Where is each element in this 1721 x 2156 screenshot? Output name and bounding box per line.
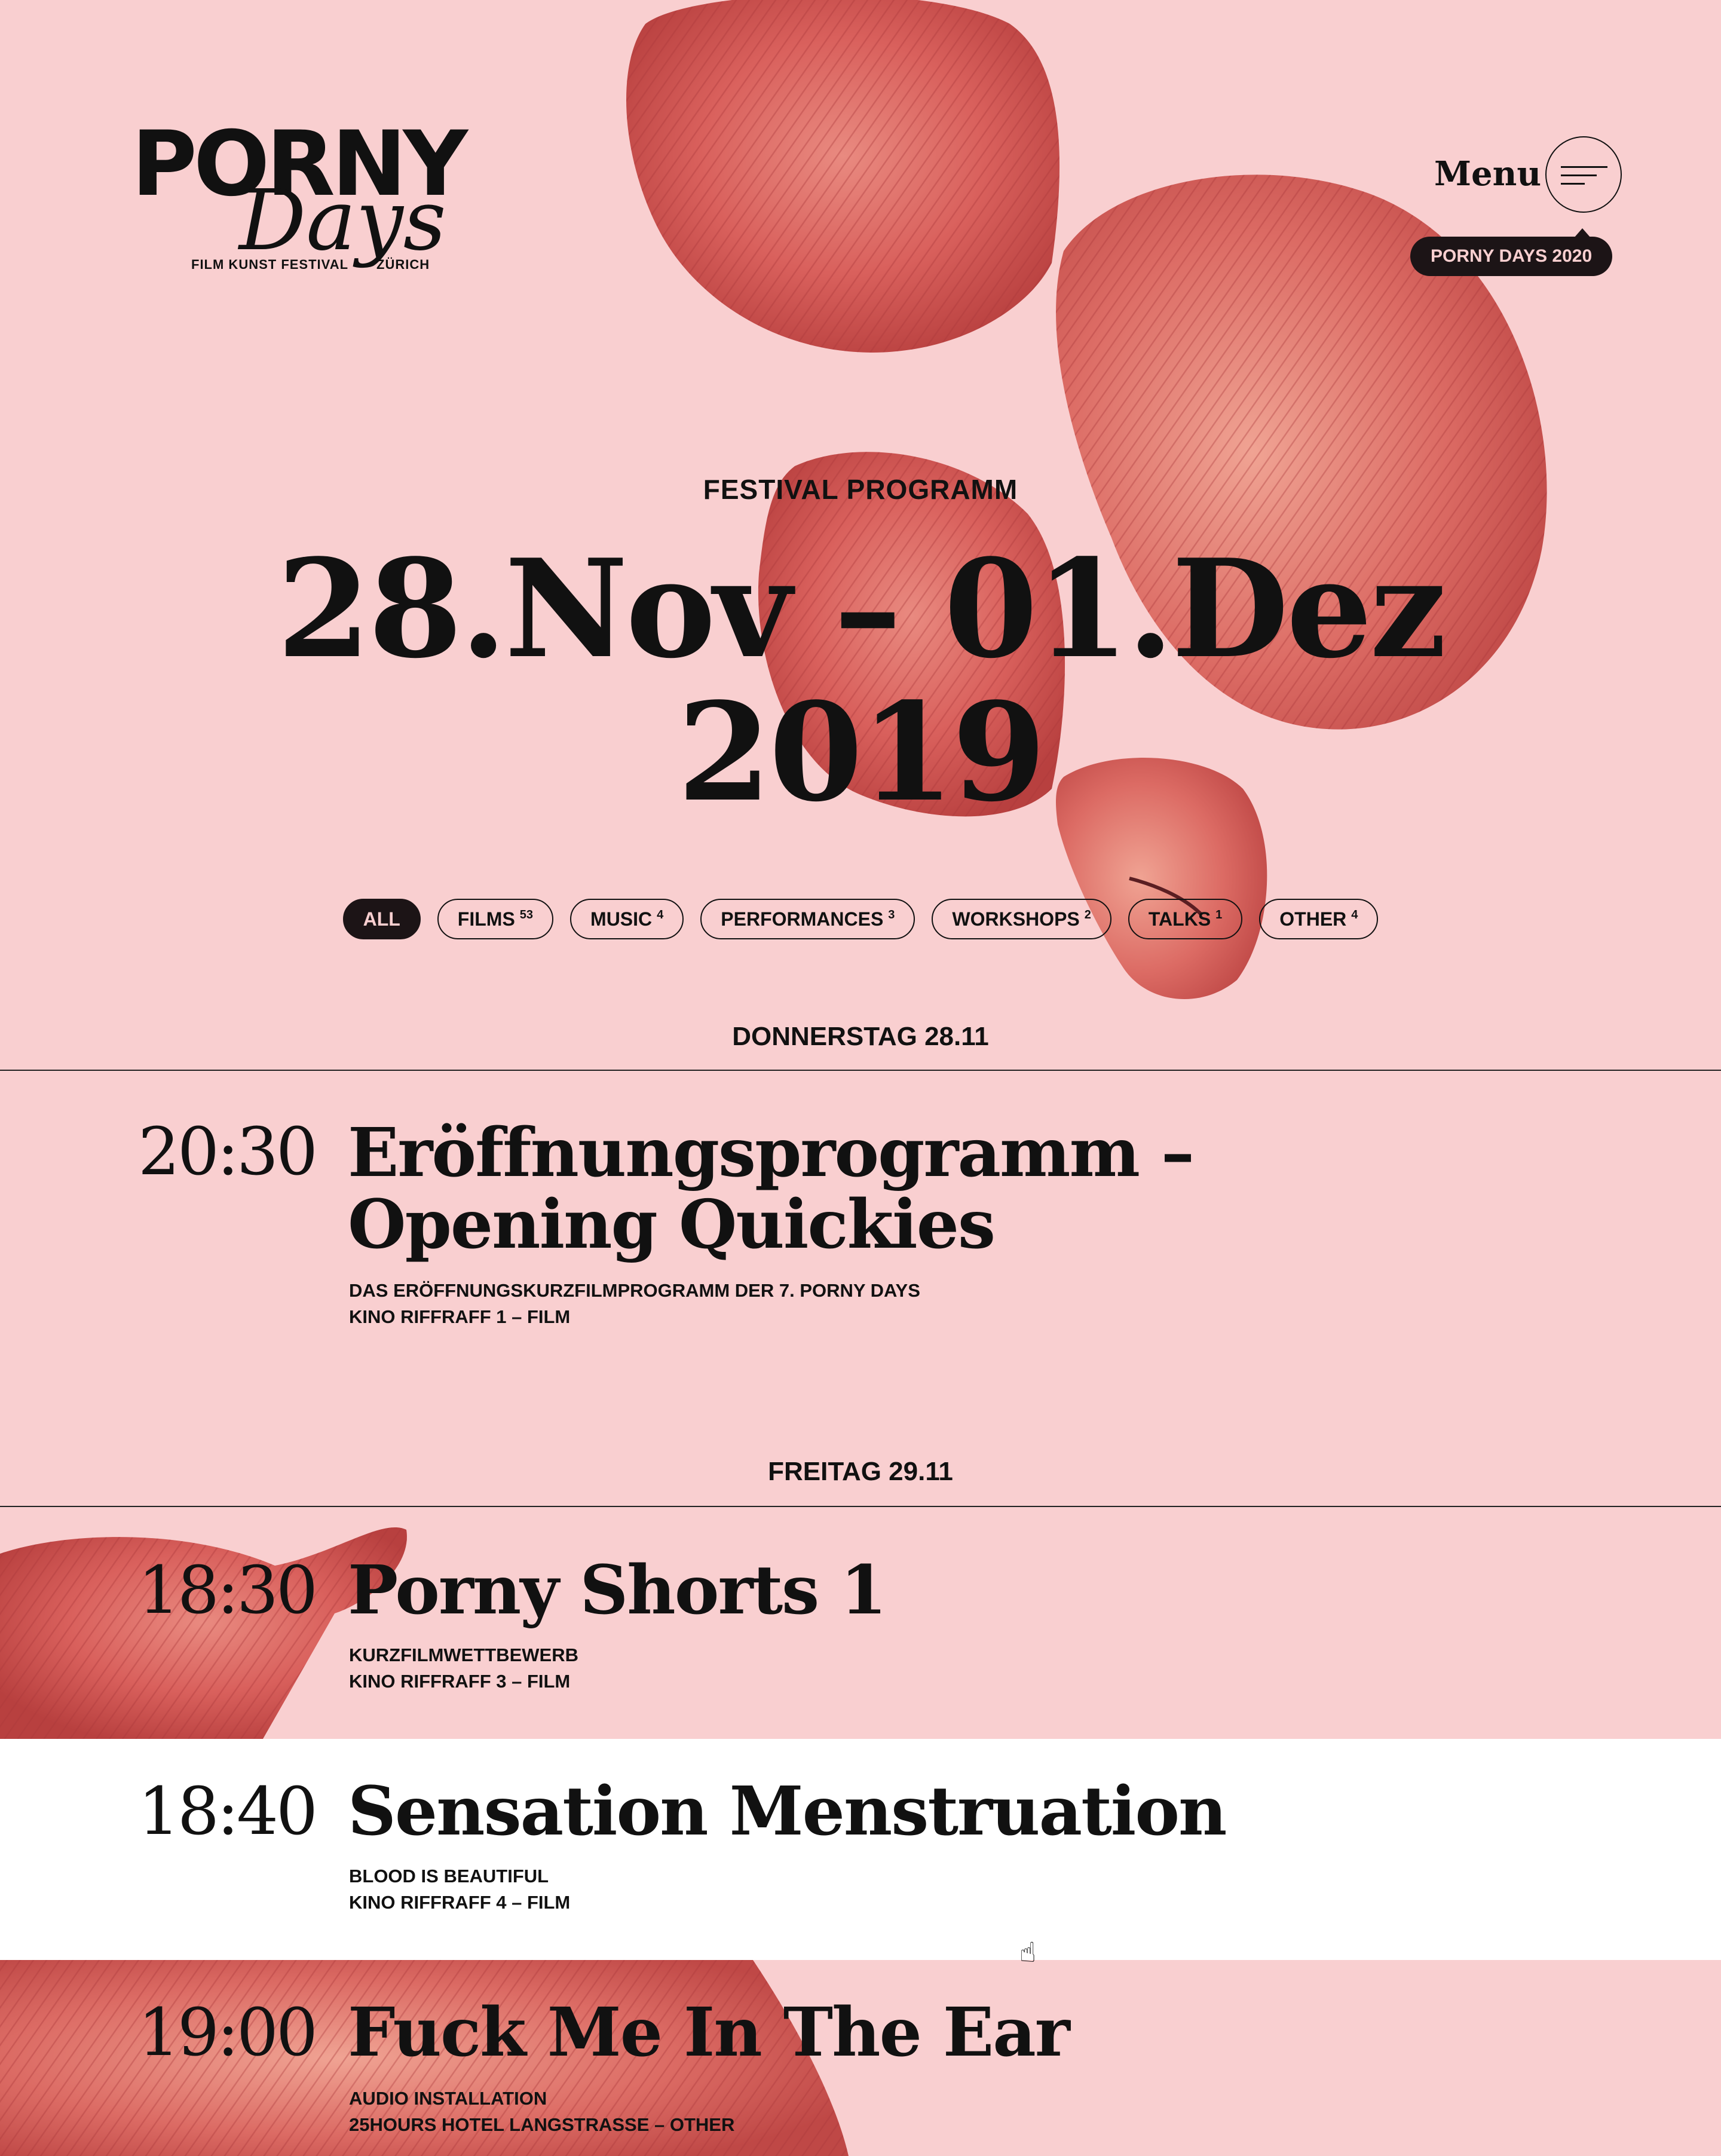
event-venue: 25HOURS HOTEL LANGSTRASSE – OTHER bbox=[349, 2114, 735, 2135]
filter-films[interactable]: FILMS 53 bbox=[437, 899, 554, 939]
filter-count: 2 bbox=[1084, 908, 1091, 921]
section-eyebrow: FESTIVAL PROGRAMM bbox=[703, 474, 1018, 505]
filter-performances[interactable]: PERFORMANCES 3 bbox=[700, 899, 915, 939]
event-row[interactable]: 18:30 Porny Shorts 1 KURZFILMWETTBEWERB … bbox=[0, 1507, 1721, 1739]
event-title: Eröffnungsprogramm – Opening Quickies bbox=[348, 1114, 1195, 1264]
event-subtitle: AUDIO INSTALLATION bbox=[349, 2088, 547, 2109]
filter-label: MUSIC bbox=[590, 908, 653, 930]
event-time: 19:00 bbox=[137, 1994, 318, 2071]
event-title: Porny Shorts 1 bbox=[348, 1551, 887, 1630]
filter-talks[interactable]: TALKS 1 bbox=[1128, 899, 1243, 939]
menu-label[interactable]: Menu bbox=[1434, 154, 1541, 194]
day-divider bbox=[0, 1070, 1721, 1071]
event-time: 20:30 bbox=[137, 1113, 318, 1190]
event-subtitle: BLOOD IS BEAUTIFUL bbox=[349, 1866, 549, 1886]
day-divider bbox=[0, 1506, 1721, 1507]
event-venue: KINO RIFFRAFF 1 – FILM bbox=[349, 1306, 571, 1327]
filter-count: 3 bbox=[888, 908, 895, 921]
event-row-hovered[interactable]: 18:40 Sensation Menstruation BLOOD IS BE… bbox=[0, 1739, 1721, 1960]
event-subtitle: KURZFILMWETTBEWERB bbox=[349, 1644, 578, 1665]
festival-dates: 28.Nov – 01.Dez 2019 bbox=[0, 538, 1721, 825]
filter-count: 4 bbox=[657, 908, 664, 921]
event-venue: KINO RIFFRAFF 3 – FILM bbox=[349, 1671, 571, 1692]
event-venue: KINO RIFFRAFF 4 – FILM bbox=[349, 1892, 571, 1913]
filter-label: WORKSHOPS bbox=[952, 908, 1080, 930]
event-row[interactable]: 19:00 Fuck Me In The Ear AUDIO INSTALLAT… bbox=[0, 1960, 1721, 2156]
filter-music[interactable]: MUSIC 4 bbox=[570, 899, 684, 939]
event-title: Fuck Me In The Ear bbox=[348, 1993, 1070, 2072]
logo-tagline-left: FILM KUNST FESTIVAL bbox=[191, 257, 349, 272]
event-time: 18:30 bbox=[137, 1552, 318, 1628]
filter-label: FILMS bbox=[457, 908, 515, 930]
logo-script: Days bbox=[239, 172, 446, 270]
filter-count: 1 bbox=[1215, 908, 1223, 921]
year-badge[interactable]: PORNY DAYS 2020 bbox=[1410, 237, 1613, 276]
filter-count: 4 bbox=[1351, 908, 1358, 921]
day-header: FREITAG 29.11 bbox=[768, 1457, 953, 1486]
hand-pointer-icon: ☝ bbox=[1019, 1937, 1037, 1968]
shell-top bbox=[626, 0, 1060, 353]
event-row[interactable]: 20:30 Eröffnungsprogramm – Opening Quick… bbox=[0, 1071, 1721, 1370]
festival-dates-line2: 2019 bbox=[677, 673, 1046, 832]
filter-other[interactable]: OTHER 4 bbox=[1259, 899, 1379, 939]
filter-label: OTHER bbox=[1279, 908, 1347, 930]
menu-button[interactable] bbox=[1545, 136, 1622, 213]
category-filters: ALL FILMS 53 MUSIC 4 PERFORMANCES 3 WORKSHO… bbox=[0, 899, 1721, 941]
event-title: Sensation Menstruation bbox=[348, 1772, 1227, 1851]
event-subtitle: DAS ERÖFFNUNGSKURZFILMPROGRAMM DER 7. PO… bbox=[349, 1280, 920, 1301]
filter-count: 53 bbox=[519, 908, 534, 921]
filter-label: PERFORMANCES bbox=[721, 908, 884, 930]
logo-tagline-right: ZÜRICH bbox=[376, 257, 430, 272]
filter-label: TALKS bbox=[1148, 908, 1211, 930]
festival-dates-line1: 28.Nov – 01.Dez bbox=[277, 530, 1446, 688]
filter-label: ALL bbox=[363, 908, 400, 930]
event-time: 18:40 bbox=[137, 1773, 318, 1849]
site-logo[interactable]: PORNY Days FILM KUNST FESTIVAL ZÜRICH bbox=[131, 96, 514, 287]
day-header: DONNERSTAG 28.11 bbox=[732, 1022, 989, 1051]
filter-workshops[interactable]: WORKSHOPS 2 bbox=[932, 899, 1111, 939]
filter-all[interactable]: ALL bbox=[342, 899, 421, 939]
